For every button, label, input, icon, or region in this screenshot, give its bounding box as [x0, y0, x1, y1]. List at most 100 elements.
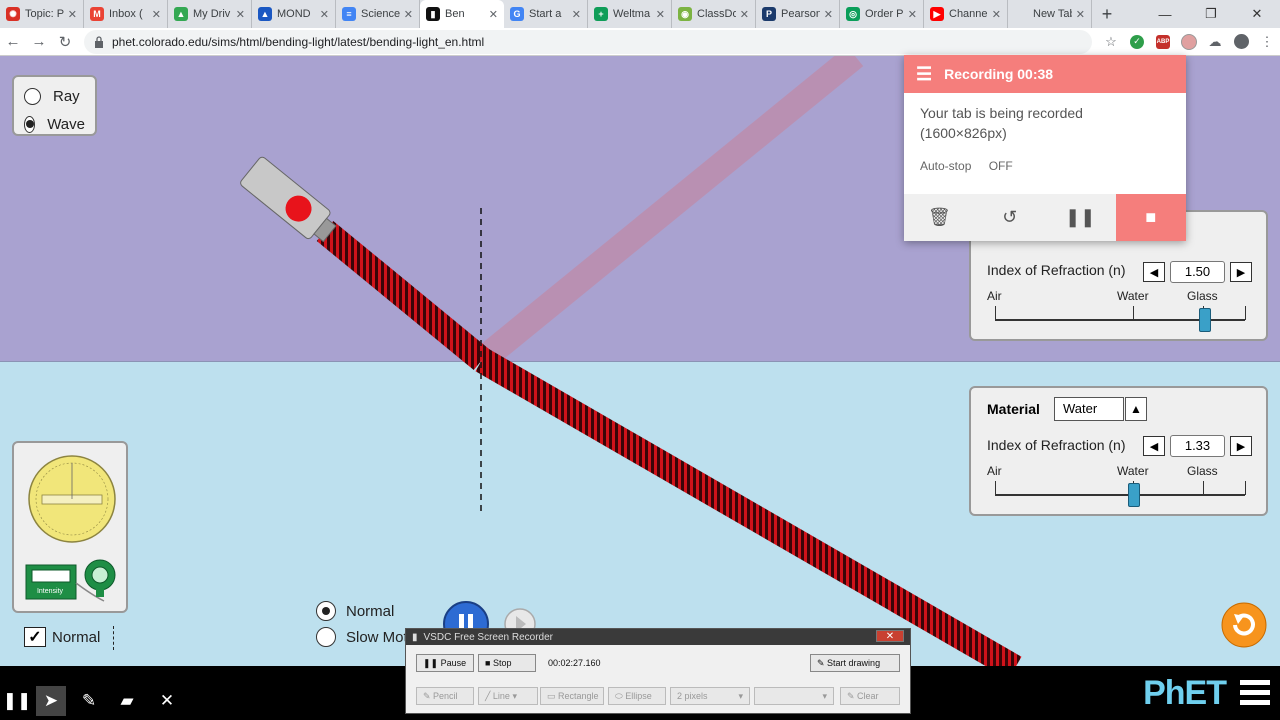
material-dropdown[interactable]: Water [1054, 397, 1124, 421]
profile-icon[interactable] [1228, 29, 1254, 55]
bottom-ior-decrease-button[interactable]: ◀ [1143, 436, 1165, 456]
tab-close-icon[interactable]: ✕ [68, 8, 77, 21]
recording-message: Your tab is being recorded (1600×826px) [920, 105, 1083, 141]
tab-title: Start a [529, 8, 562, 20]
autostop-value[interactable]: OFF [989, 159, 1013, 173]
autostop-row[interactable]: Auto-stop OFF [904, 153, 1186, 179]
vsdc-ellipse-button[interactable]: ⬭ Ellipse [608, 687, 666, 705]
pen-icon[interactable]: ✎ [74, 686, 104, 716]
wave-radio[interactable] [24, 115, 36, 133]
vsdc-pixels-select[interactable]: 2 pixels ▾ [670, 687, 750, 705]
browser-tab[interactable]: + Weltma ✕ [588, 0, 672, 28]
intensity-meter-tool[interactable]: Intensity [25, 559, 116, 602]
browser-tab[interactable]: ▶ Channe ✕ [924, 0, 1008, 28]
bottom-ior-value[interactable]: 1.33 [1170, 435, 1225, 457]
extension-check-icon[interactable]: ✓ [1124, 29, 1150, 55]
tab-close-icon[interactable]: ✕ [992, 8, 1001, 21]
tab-close-icon[interactable]: ✕ [740, 8, 749, 21]
tab-favicon-icon: ▮ [426, 7, 440, 21]
browser-tab[interactable]: ▲ MOND ✕ [252, 0, 336, 28]
vsdc-pause-button[interactable]: ❚❚ Pause [416, 654, 474, 672]
tab-close-icon[interactable]: ✕ [404, 8, 413, 21]
trash-icon[interactable]: 🗑 [904, 194, 975, 241]
material-dropdown-arrow-icon[interactable]: ▲ [1125, 397, 1147, 421]
new-tab-button[interactable]: + [1092, 0, 1122, 28]
bottom-ior-slider-thumb[interactable] [1128, 483, 1140, 507]
vsdc-color-select[interactable]: ▾ [754, 687, 834, 705]
browser-tab[interactable]: M Inbox (✕ [84, 0, 168, 28]
browser-tab[interactable]: ▮ Ben ✕ [420, 0, 504, 28]
protractor-tool[interactable] [28, 455, 116, 543]
tab-close-icon[interactable]: ✕ [908, 8, 917, 21]
tab-close-icon[interactable]: ✕ [236, 8, 245, 21]
bottom-ior-increase-button[interactable]: ▶ [1230, 436, 1252, 456]
vsdc-clear-button[interactable]: ✎ Clear [840, 687, 900, 705]
browser-tab[interactable]: ◎ Order P ✕ [840, 0, 924, 28]
tab-close-icon[interactable]: ✕ [1076, 8, 1085, 21]
cursor-icon[interactable]: ➤ [36, 686, 66, 716]
reload-icon[interactable]: ↻ [52, 29, 78, 55]
toolbar-pause-icon[interactable]: ❚❚ [2, 686, 32, 716]
adblock-icon[interactable]: ABP [1150, 29, 1176, 55]
vsdc-stop-button[interactable]: ■ Stop [478, 654, 536, 672]
vsdc-close-icon[interactable]: ✕ [876, 630, 904, 642]
top-ior-decrease-button[interactable]: ◀ [1143, 262, 1165, 282]
address-bar[interactable]: phet.colorado.edu/sims/html/bending-ligh… [84, 29, 1092, 54]
view-mode-panel: Ray Wave [12, 75, 97, 136]
speed-slow-radio[interactable] [316, 627, 336, 647]
speed-normal-radio[interactable] [316, 601, 336, 621]
vsdc-start-drawing-button[interactable]: ✎ Start drawing [810, 654, 900, 672]
phet-logo[interactable]: PhET [1143, 674, 1227, 713]
restore-icon[interactable]: ❐ [1188, 0, 1234, 28]
top-ior-value[interactable]: 1.50 [1170, 261, 1225, 283]
eraser-icon[interactable]: ▰ [112, 686, 142, 716]
tab-close-icon[interactable]: ✕ [572, 8, 581, 21]
browser-tab[interactable]: ◉ ClassDo ✕ [672, 0, 756, 28]
vsdc-title-bar[interactable]: ▮ VSDC Free Screen Recorder [406, 629, 910, 645]
tab-title: Weltma [613, 8, 651, 20]
tab-close-icon[interactable]: ✕ [152, 8, 161, 21]
vsdc-line-button[interactable]: ╱ Line ▾ [478, 687, 538, 705]
reset-all-button[interactable] [1221, 602, 1267, 648]
wave-option[interactable]: Wave [24, 110, 85, 138]
phet-menu-icon[interactable] [1240, 680, 1270, 706]
drive-extension-icon[interactable]: ☁ [1202, 29, 1228, 55]
tab-close-icon[interactable]: ✕ [824, 8, 833, 21]
top-ior-increase-button[interactable]: ▶ [1230, 262, 1252, 282]
browser-tab[interactable]: G Start a ✕ [504, 0, 588, 28]
laser-pointer[interactable] [239, 156, 341, 248]
tab-title: New Tab [1033, 8, 1072, 20]
ray-option[interactable]: Ray [24, 82, 85, 110]
back-icon[interactable]: ← [0, 29, 26, 55]
close-window-icon[interactable]: ✕ [1234, 0, 1280, 28]
incident-beam [316, 220, 491, 371]
browser-tab[interactable]: ✺ Topic: Ph ✕ [0, 0, 84, 28]
vsdc-pencil-button[interactable]: ✎ Pencil [416, 687, 474, 705]
browser-tab[interactable]: P Pearson ✕ [756, 0, 840, 28]
recorder-extension-icon[interactable] [1176, 29, 1202, 55]
refracted-beam [475, 348, 1022, 666]
tab-favicon-icon: + [594, 7, 608, 21]
ray-radio[interactable] [24, 87, 41, 105]
normal-line-legend-icon [113, 626, 114, 650]
vsdc-rectangle-button[interactable]: ▭ Rectangle [540, 687, 604, 705]
browser-tab[interactable]: ≡ Science ✕ [336, 0, 420, 28]
browser-tab[interactable]: ▲ My Driv ✕ [168, 0, 252, 28]
normal-checkbox[interactable]: ✓ [24, 627, 46, 647]
minimize-icon[interactable]: — [1142, 0, 1188, 28]
tab-close-icon[interactable]: ✕ [320, 8, 329, 21]
tab-close-icon[interactable]: ✕ [489, 8, 498, 21]
menu-dots-icon[interactable]: ⋮ [1254, 29, 1280, 55]
pause-recording-icon[interactable]: ❚❚ [1045, 194, 1116, 241]
restart-icon[interactable]: ↺ [975, 194, 1046, 241]
close-toolbar-icon[interactable]: ✕ [152, 686, 182, 716]
forward-icon[interactable]: → [26, 29, 52, 55]
bookmark-star-icon[interactable]: ☆ [1098, 29, 1124, 55]
hamburger-icon[interactable]: ☰ [916, 64, 932, 85]
stop-recording-icon[interactable]: ■ [1115, 194, 1186, 241]
browser-tab[interactable]: New Tab ✕ [1008, 0, 1092, 28]
tab-close-icon[interactable]: ✕ [656, 8, 665, 21]
url-text: phet.colorado.edu/sims/html/bending-ligh… [112, 34, 485, 49]
top-ior-slider-thumb[interactable] [1199, 308, 1211, 332]
bottom-ior-slider-track[interactable] [995, 494, 1245, 496]
